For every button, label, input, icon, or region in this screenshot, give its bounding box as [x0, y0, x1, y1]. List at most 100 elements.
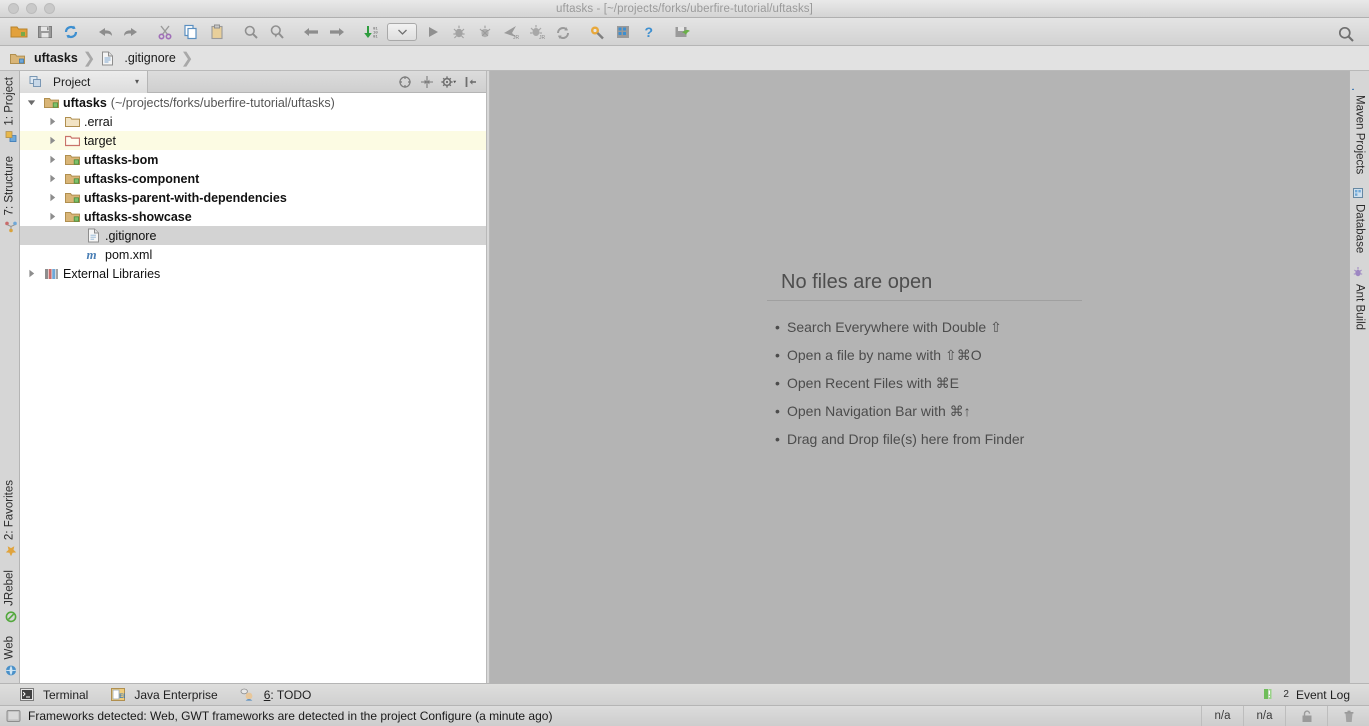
- jrebel-icon: [5, 611, 18, 624]
- star-icon: [5, 545, 18, 558]
- status-hint-icon[interactable]: [0, 709, 26, 723]
- tree-row[interactable]: target: [20, 131, 486, 150]
- file-icon: [86, 228, 101, 243]
- save-all-icon[interactable]: [32, 20, 58, 44]
- status-cell-encoding[interactable]: n/a: [1243, 705, 1285, 726]
- tree-row[interactable]: External Libraries: [20, 264, 486, 283]
- lock-icon[interactable]: [1285, 705, 1327, 726]
- sidebar-item-web[interactable]: Web: [1, 630, 18, 683]
- breadcrumb-item-project[interactable]: uftasks: [6, 46, 82, 71]
- update-project-icon[interactable]: [550, 20, 576, 44]
- bottom-item-java-enterprise[interactable]: EE Java Enterprise: [99, 684, 228, 706]
- debug-icon[interactable]: [446, 20, 472, 44]
- database-icon: [1351, 186, 1364, 199]
- todo-label-rest: : TODO: [270, 687, 312, 702]
- help-icon[interactable]: ?: [636, 20, 662, 44]
- tab-project-label: Project: [53, 74, 91, 89]
- undo-icon[interactable]: [92, 20, 118, 44]
- sidebar-item-jrebel[interactable]: JRebel: [1, 564, 18, 630]
- sidebar-item-structure[interactable]: 7: Structure: [1, 150, 18, 239]
- breadcrumb-separator-icon: ❯: [82, 50, 96, 67]
- trash-icon[interactable]: [1327, 705, 1369, 726]
- module-folder-icon: [44, 95, 59, 110]
- compile-icon[interactable]: 01 10 01: [358, 20, 384, 44]
- tree-row[interactable]: uftasks-bom: [20, 150, 486, 169]
- file-icon: [100, 51, 115, 66]
- tab-project[interactable]: Project ▾: [20, 70, 148, 93]
- sync-icon[interactable]: [58, 20, 84, 44]
- chevron-down-icon[interactable]: [26, 97, 37, 108]
- project-structure-icon[interactable]: [610, 20, 636, 44]
- breadcrumb-item-file[interactable]: .gitignore: [96, 46, 179, 71]
- sidebar-item-label: 7: Structure: [3, 155, 16, 216]
- scroll-from-source-icon[interactable]: [418, 73, 436, 91]
- debug-attach-icon[interactable]: JR: [524, 20, 550, 44]
- bottom-item-todo[interactable]: 6: TODO: [229, 684, 323, 706]
- event-log-button[interactable]: 2 Event Log: [1251, 684, 1361, 706]
- redo-icon[interactable]: [118, 20, 144, 44]
- empty-editor-hint: Search Everywhere with Double ⇧: [773, 313, 1082, 341]
- navigation-bar[interactable]: uftasks ❯ .gitignore ❯: [0, 46, 1369, 71]
- empty-editor-title: No files are open: [781, 271, 933, 293]
- chevron-right-icon[interactable]: [47, 192, 58, 203]
- tree-row[interactable]: uftasks-component: [20, 169, 486, 188]
- empty-editor-hints: Search Everywhere with Double ⇧Open a fi…: [767, 313, 1082, 452]
- paste-icon[interactable]: [204, 20, 230, 44]
- chevron-right-icon[interactable]: [26, 268, 37, 279]
- back-icon[interactable]: [298, 20, 324, 44]
- project-tree[interactable]: uftasks (~/projects/forks/uberfire-tutori…: [20, 93, 486, 683]
- find-icon[interactable]: [238, 20, 264, 44]
- left-stripe-bottom: 2: Favorites JRebel Web: [0, 474, 19, 683]
- copy-icon[interactable]: [178, 20, 204, 44]
- empty-editor-message: No files are open Search Everywhere with…: [767, 271, 1082, 452]
- sidebar-item-database[interactable]: Database: [1351, 180, 1368, 259]
- left-tool-stripe: 1: Project 7: Structure 2: Favorites JRe…: [0, 71, 20, 683]
- settings-gear-icon[interactable]: [440, 73, 458, 91]
- status-cell-position[interactable]: n/a: [1201, 705, 1243, 726]
- tree-row[interactable]: uftasks (~/projects/forks/uberfire-tutori…: [20, 93, 486, 112]
- hide-panel-icon[interactable]: [462, 73, 480, 91]
- chevron-down-icon[interactable]: ▾: [135, 77, 139, 86]
- replace-icon[interactable]: [264, 20, 290, 44]
- tree-row[interactable]: uftasks-parent-with-dependencies: [20, 188, 486, 207]
- tree-row[interactable]: uftasks-showcase: [20, 207, 486, 226]
- bottom-tool-bar: Terminal EE Java Enterprise 6: TODO 2 Ev…: [0, 683, 1369, 705]
- chevron-right-icon[interactable]: [47, 211, 58, 222]
- attach-profiler-icon[interactable]: JR: [498, 20, 524, 44]
- sidebar-item-maven-projects[interactable]: m Maven Projects: [1351, 71, 1368, 180]
- module-folder-icon: [65, 171, 80, 186]
- run-icon[interactable]: [420, 20, 446, 44]
- twisty-placeholder: [68, 230, 79, 241]
- status-message[interactable]: Frameworks detected: Web, GWT frameworks…: [26, 709, 552, 723]
- chevron-right-icon[interactable]: [47, 173, 58, 184]
- chevron-right-icon[interactable]: [47, 116, 58, 127]
- forward-icon[interactable]: [324, 20, 350, 44]
- open-icon[interactable]: [6, 20, 32, 44]
- save-workspace-icon[interactable]: [670, 20, 696, 44]
- sidebar-item-ant-build[interactable]: Ant Build: [1351, 260, 1368, 336]
- tree-row[interactable]: .errai: [20, 112, 486, 131]
- sidebar-item-favorites[interactable]: 2: Favorites: [1, 474, 18, 564]
- collapse-all-icon[interactable]: [396, 73, 414, 91]
- sidebar-item-label: JRebel: [3, 569, 16, 606]
- svg-text:JR: JR: [539, 35, 546, 40]
- coverage-icon[interactable]: [472, 20, 498, 44]
- maven-pom-icon: m: [86, 247, 101, 262]
- tree-row[interactable]: .gitignore: [20, 226, 486, 245]
- tree-row[interactable]: m pom.xml: [20, 245, 486, 264]
- sidebar-item-label: Ant Build: [1353, 283, 1366, 330]
- search-everywhere-icon[interactable]: [1333, 22, 1359, 46]
- project-tool-window: Project ▾ uftasks (~/projects/forks/uber…: [20, 70, 486, 683]
- bottom-item-label: 6: TODO: [264, 688, 312, 702]
- chevron-right-icon[interactable]: [47, 154, 58, 165]
- bottom-item-terminal[interactable]: Terminal: [8, 684, 99, 706]
- right-stripe-top: m Maven Projects Database Ant Build: [1350, 71, 1369, 336]
- module-folder-icon: [65, 152, 80, 167]
- breadcrumb-separator-icon: ❯: [180, 50, 194, 67]
- chevron-right-icon[interactable]: [47, 135, 58, 146]
- settings-icon[interactable]: [584, 20, 610, 44]
- cut-icon[interactable]: [152, 20, 178, 44]
- svg-text:m: m: [1352, 88, 1358, 90]
- run-config-combo[interactable]: [387, 22, 417, 41]
- sidebar-item-project[interactable]: 1: Project: [1, 71, 18, 150]
